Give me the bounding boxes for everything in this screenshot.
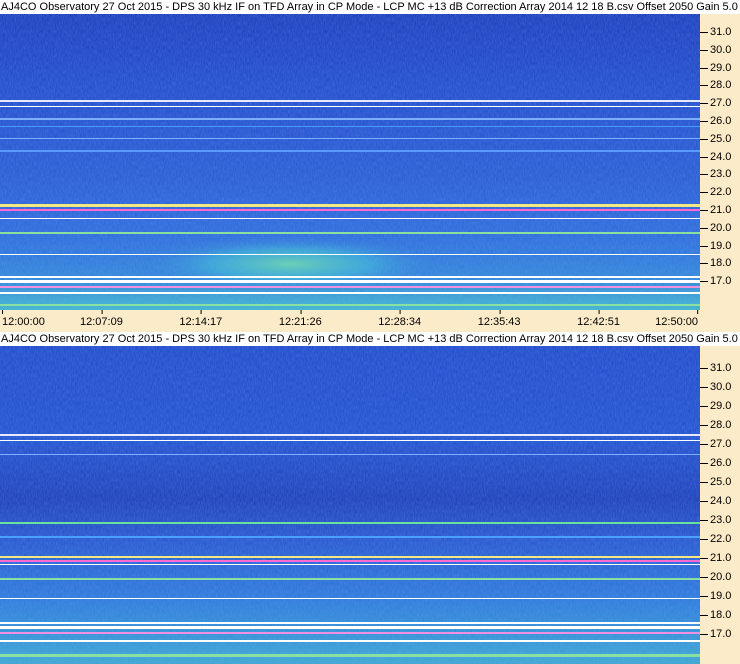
spectrogram-canvas bbox=[0, 14, 700, 310]
spectrogram-image bbox=[0, 14, 700, 310]
frequency-tick-label: 18.0 bbox=[700, 609, 740, 621]
panel-title: AJ4CO Observatory 27 Oct 2015 - DPS 30 k… bbox=[0, 0, 740, 14]
time-tick-label: 12:35:43 bbox=[477, 310, 521, 328]
frequency-tick-label: 30.0 bbox=[700, 381, 740, 393]
interference-line bbox=[0, 106, 700, 107]
frequency-axis: 31.0 30.0 29.0 28.0 27.0 26.0 25.0 24.0 23.0 22.0… bbox=[700, 346, 740, 664]
frequency-tick-label: 29.0 bbox=[700, 400, 740, 412]
frequency-tick-label: 29.0 bbox=[700, 62, 740, 74]
interference-line bbox=[0, 209, 700, 211]
interference-line bbox=[0, 286, 700, 288]
frequency-tick-label: 21.0 bbox=[700, 552, 740, 564]
interference-line bbox=[0, 232, 700, 234]
interference-line bbox=[0, 626, 700, 629]
interference-line bbox=[0, 126, 700, 127]
frequency-tick-label: 23.0 bbox=[700, 168, 740, 180]
interference-line bbox=[0, 434, 700, 436]
frequency-tick-label: 19.0 bbox=[700, 240, 740, 252]
frequency-tick-label: 22.0 bbox=[700, 186, 740, 198]
time-tick-label: 12:28:34 bbox=[378, 310, 422, 328]
frequency-tick-label: 25.0 bbox=[700, 133, 740, 145]
spectrogram-panel-bottom: AJ4CO Observatory 27 Oct 2015 - DPS 30 k… bbox=[0, 332, 740, 664]
frequency-tick-label: 18.0 bbox=[700, 257, 740, 269]
interference-line bbox=[0, 522, 700, 524]
frequency-tick-label: 26.0 bbox=[700, 457, 740, 469]
interference-line bbox=[0, 578, 700, 580]
time-tick-label: 12:00:00 bbox=[2, 310, 45, 328]
frequency-tick-label: 28.0 bbox=[700, 419, 740, 431]
interference-line bbox=[0, 556, 700, 558]
time-axis: 12:00:00 12:07:09 12:14:17 12:21:26 12:28:34… bbox=[0, 310, 740, 332]
spectrogram-image bbox=[0, 346, 700, 664]
interference-line bbox=[0, 632, 700, 634]
interference-line bbox=[0, 150, 700, 152]
spectrogram-panel-top: AJ4CO Observatory 27 Oct 2015 - DPS 30 k… bbox=[0, 0, 740, 332]
spectrogram-canvas bbox=[0, 346, 700, 664]
interference-line bbox=[0, 118, 700, 120]
time-tick-label: 12:42:51 bbox=[577, 310, 620, 328]
frequency-tick-label: 31.0 bbox=[700, 362, 740, 374]
frequency-tick-label: 28.0 bbox=[700, 79, 740, 91]
frequency-tick-label: 21.0 bbox=[700, 204, 740, 216]
frequency-tick-label: 22.0 bbox=[700, 533, 740, 545]
frequency-tick-label: 27.0 bbox=[700, 438, 740, 450]
interference-line bbox=[0, 654, 700, 657]
interference-line bbox=[0, 138, 700, 139]
time-tick-label: 12:07:09 bbox=[80, 310, 123, 328]
frequency-tick-label: 17.0 bbox=[700, 275, 740, 287]
interference-line bbox=[0, 280, 700, 283]
interference-line bbox=[0, 254, 700, 255]
frequency-axis: 31.0 30.0 29.0 28.0 27.0 26.0 25.0 24.0 23.0 22.0… bbox=[700, 14, 740, 310]
time-tick-label: 12:21:26 bbox=[278, 310, 322, 328]
frequency-tick-label: 31.0 bbox=[700, 26, 740, 38]
interference-line bbox=[0, 598, 700, 599]
frequency-tick-label: 23.0 bbox=[700, 514, 740, 526]
frequency-tick-label: 24.0 bbox=[700, 151, 740, 163]
frequency-tick-label: 20.0 bbox=[700, 571, 740, 583]
interference-line bbox=[0, 622, 700, 624]
frequency-tick-label: 19.0 bbox=[700, 590, 740, 602]
panel-title: AJ4CO Observatory 27 Oct 2015 - DPS 30 k… bbox=[0, 332, 740, 346]
time-tick-label: 12:14:17 bbox=[179, 310, 223, 328]
interference-line bbox=[0, 276, 700, 278]
frequency-tick-label: 20.0 bbox=[700, 222, 740, 234]
frequency-tick-label: 17.0 bbox=[700, 628, 740, 640]
interference-line bbox=[0, 564, 700, 565]
interference-line bbox=[0, 560, 700, 562]
interference-line bbox=[0, 204, 700, 207]
frequency-tick-label: 26.0 bbox=[700, 115, 740, 127]
interference-line bbox=[0, 304, 700, 306]
frequency-tick-label: 25.0 bbox=[700, 476, 740, 488]
interference-line bbox=[0, 640, 700, 642]
interference-line bbox=[0, 536, 700, 538]
interference-line bbox=[0, 454, 700, 455]
interference-line bbox=[0, 218, 700, 219]
time-tick-label: 12:50:00 bbox=[655, 310, 698, 328]
frequency-tick-label: 27.0 bbox=[700, 97, 740, 109]
frequency-tick-label: 24.0 bbox=[700, 495, 740, 507]
interference-line bbox=[0, 440, 700, 441]
interference-line bbox=[0, 100, 700, 102]
frequency-tick-label: 30.0 bbox=[700, 44, 740, 56]
interference-line bbox=[0, 292, 700, 294]
